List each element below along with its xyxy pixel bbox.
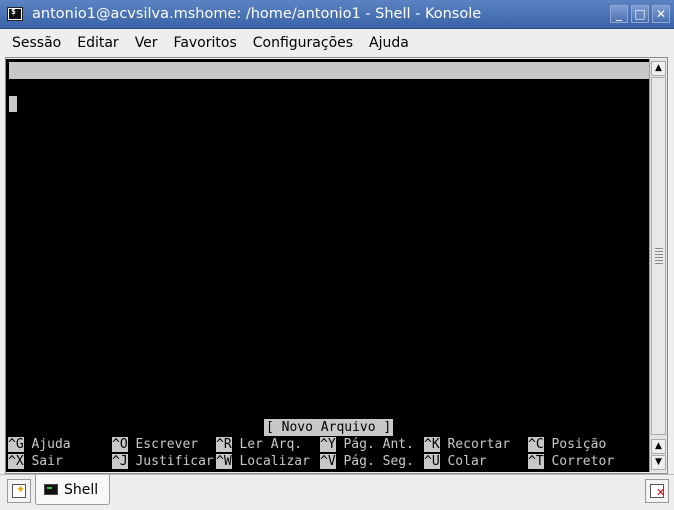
- nano-header: GNU nano 1.3.4 Novo Buffer: [9, 62, 649, 112]
- minimize-button[interactable]: _: [610, 5, 628, 23]
- shortcut-row: ^X Sair ^J Justificar ^W Localizar ^V Pá…: [8, 453, 649, 470]
- menu-bar: Sessão Editar Ver Favoritos Configuraçõe…: [0, 29, 674, 56]
- scroll-down-arrow-icon[interactable]: ▼: [651, 455, 666, 470]
- session-tab-bar: ✦ Shell ✕: [0, 474, 674, 510]
- new-session-button[interactable]: ✦: [7, 479, 31, 503]
- close-button[interactable]: ✕: [652, 5, 670, 23]
- shortcut-position: ^C Posição: [528, 437, 607, 452]
- title-bar: $ antonio1@acvsilva.mshome: /home/antoni…: [0, 0, 674, 29]
- tab-shell[interactable]: Shell: [35, 475, 110, 505]
- menu-sessao[interactable]: Sessão: [4, 35, 69, 51]
- shortcut-write: ^O Escrever: [112, 437, 199, 452]
- shortcut-spell: ^T Corretor: [528, 454, 615, 469]
- shortcut-paste: ^U Colar: [424, 454, 487, 469]
- shortcut-prev-page: ^Y Pág. Ant.: [320, 437, 414, 452]
- shortcut-help: ^G Ajuda: [8, 437, 71, 452]
- nano-version: GNU nano 1.3.4: [25, 80, 135, 95]
- nano-buffer-name: Novo Buffer: [257, 97, 344, 112]
- shortcut-justify: ^J Justificar: [112, 454, 214, 469]
- scroll-up-arrow-icon[interactable]: ▲: [651, 61, 666, 76]
- menu-editar[interactable]: Editar: [69, 35, 126, 51]
- nano-shortcut-bar: ^G Ajuda ^O Escrever ^R Ler Arq. ^Y Pág.…: [8, 436, 649, 470]
- scroll-up-arrow-icon-lower[interactable]: ▲: [651, 439, 666, 454]
- menu-favoritos[interactable]: Favoritos: [166, 35, 245, 51]
- menu-ajuda[interactable]: Ajuda: [361, 35, 417, 51]
- close-session-icon: ✕: [650, 484, 665, 499]
- tab-label: Shell: [64, 481, 99, 498]
- shortcut-cut: ^K Recortar: [424, 437, 511, 452]
- terminal-icon[interactable]: $: [7, 7, 23, 21]
- menu-configuracoes[interactable]: Configurações: [245, 35, 361, 51]
- shortcut-row: ^G Ajuda ^O Escrever ^R Ler Arq. ^Y Pág.…: [8, 436, 649, 453]
- vertical-scrollbar[interactable]: ▲ ▲ ▼: [649, 59, 667, 472]
- window-title: antonio1@acvsilva.mshome: /home/antonio1…: [32, 6, 482, 22]
- close-session-button[interactable]: ✕: [645, 479, 669, 503]
- shortcut-exit: ^X Sair: [8, 454, 63, 469]
- menu-ver[interactable]: Ver: [127, 35, 166, 51]
- text-cursor: [9, 96, 17, 112]
- shortcut-where-is: ^W Localizar: [216, 454, 310, 469]
- scrollbar-thumb[interactable]: [651, 77, 666, 435]
- terminal-icon: [44, 484, 58, 495]
- window-controls: _ □ ✕: [610, 5, 670, 23]
- shortcut-read-file: ^R Ler Arq.: [216, 437, 303, 452]
- scrollbar-grip-icon: [655, 248, 663, 266]
- new-session-icon: ✦: [12, 483, 26, 498]
- nano-status-message: [ Novo Arquivo ]: [264, 419, 394, 436]
- shortcut-next-page: ^V Pág. Seg.: [320, 454, 414, 469]
- maximize-button[interactable]: □: [631, 5, 649, 23]
- terminal-view[interactable]: GNU nano 1.3.4 Novo Buffer [ Novo Arquiv…: [6, 59, 649, 472]
